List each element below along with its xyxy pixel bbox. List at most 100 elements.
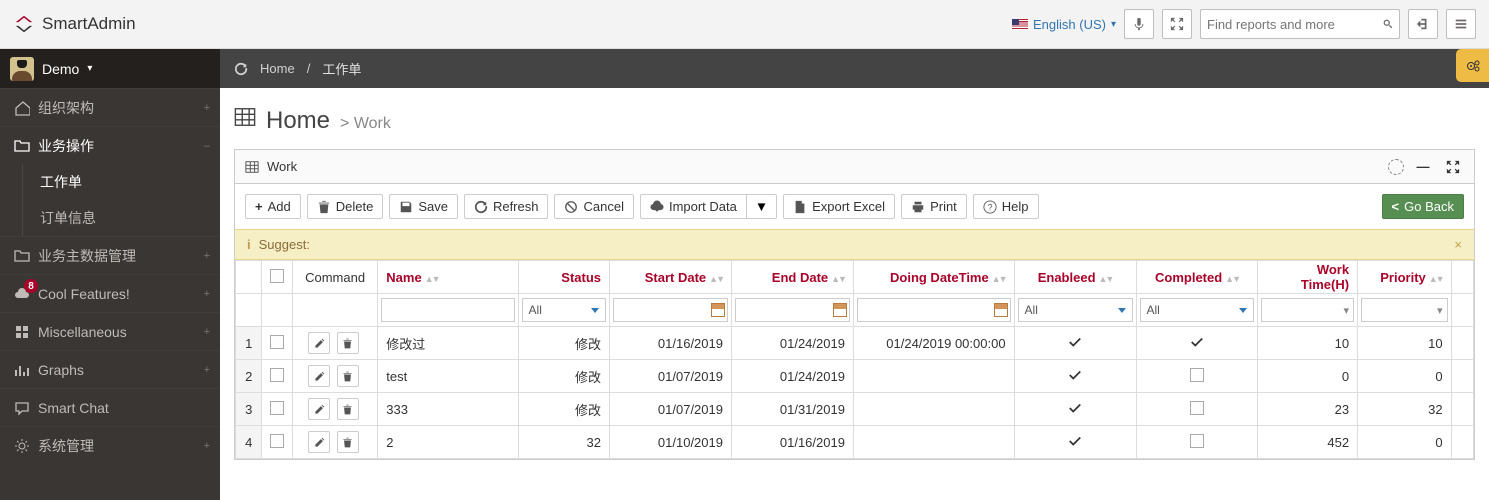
col-status[interactable]: Status — [518, 261, 609, 294]
row-checkbox[interactable] — [270, 368, 284, 382]
export-button[interactable]: Export Excel — [783, 194, 895, 219]
breadcrumb-home[interactable]: Home — [260, 61, 295, 76]
search-input[interactable] — [1207, 17, 1383, 32]
refresh-icon — [474, 200, 488, 214]
row-checkbox[interactable] — [270, 434, 284, 448]
info-icon: i — [247, 237, 251, 252]
sidebar-item[interactable]: Miscellaneous — [0, 312, 220, 350]
mic-icon — [1132, 17, 1146, 31]
select-all-checkbox[interactable] — [270, 269, 284, 283]
sidebar-item-label: Cool Features! — [38, 286, 130, 302]
svg-text:?: ? — [987, 202, 992, 212]
search-box[interactable] — [1200, 9, 1400, 39]
filter-end[interactable] — [735, 298, 850, 322]
voice-button[interactable] — [1124, 9, 1154, 39]
loading-indicator — [1388, 159, 1404, 175]
edit-row-button[interactable] — [308, 398, 330, 420]
cloud-down-icon — [650, 200, 664, 214]
collapse-button[interactable]: — — [1412, 156, 1434, 178]
col-enabled[interactable]: Enableed▲▼ — [1014, 261, 1136, 294]
pencil-icon — [314, 404, 325, 415]
sidebar-item[interactable]: Graphs — [0, 350, 220, 388]
filter-worktime[interactable]: ▾ — [1261, 298, 1354, 322]
refresh-icon[interactable] — [234, 62, 248, 76]
col-start[interactable]: Start Date▲▼ — [610, 261, 732, 294]
edit-row-button[interactable] — [308, 332, 330, 354]
sidebar-item[interactable]: 业务主数据管理 — [0, 236, 220, 274]
row-checkbox[interactable] — [270, 335, 284, 349]
close-suggest-button[interactable]: × — [1454, 237, 1462, 252]
brand-icon — [13, 13, 35, 35]
page-title: Home > Work — [220, 88, 1489, 149]
calendar-icon — [994, 303, 1008, 317]
delete-row-button[interactable] — [337, 398, 359, 420]
settings-drawer-button[interactable] — [1456, 49, 1489, 82]
work-widget: Work — +Add Delete Save Refresh Cancel I… — [234, 149, 1475, 460]
chat-icon — [14, 400, 38, 416]
sidebar-subitem[interactable]: 订单信息 — [0, 200, 220, 236]
save-button[interactable]: Save — [389, 194, 458, 219]
sidebar-item[interactable]: 系统管理 — [0, 426, 220, 464]
trash-icon — [342, 338, 353, 349]
add-button[interactable]: +Add — [245, 194, 301, 219]
import-caret[interactable]: ▼ — [747, 194, 777, 219]
goback-button[interactable]: <Go Back — [1382, 194, 1464, 219]
menu-button[interactable] — [1446, 9, 1476, 39]
table-icon — [245, 160, 259, 174]
filter-priority[interactable]: ▾ — [1361, 298, 1448, 322]
sidebar-subitem[interactable]: 工作单 — [0, 164, 220, 200]
logout-button[interactable] — [1408, 9, 1438, 39]
edit-row-button[interactable] — [308, 365, 330, 387]
filter-completed[interactable]: All — [1140, 298, 1255, 322]
bars-icon — [1454, 17, 1468, 31]
col-doing[interactable]: Doing DateTime▲▼ — [853, 261, 1014, 294]
sidebar-item-label: Smart Chat — [38, 400, 109, 416]
cancel-button[interactable]: Cancel — [554, 194, 633, 219]
col-worktime[interactable]: Work Time(H) — [1258, 261, 1358, 294]
col-completed[interactable]: Completed▲▼ — [1136, 261, 1258, 294]
language-label: English (US) — [1033, 17, 1106, 32]
delete-row-button[interactable] — [337, 332, 359, 354]
help-button[interactable]: ?Help — [973, 194, 1039, 219]
col-priority[interactable]: Priority▲▼ — [1358, 261, 1452, 294]
widget-title: Work — [267, 159, 297, 174]
delete-row-button[interactable] — [337, 431, 359, 453]
suggest-bar: i Suggest: × — [235, 229, 1474, 260]
sidebar-item[interactable]: Smart Chat — [0, 388, 220, 426]
filter-start[interactable] — [613, 298, 728, 322]
row-checkbox[interactable] — [270, 401, 284, 415]
table-row: 2 test 修改 01/07/2019 01/24/2019 0 0 — [236, 360, 1474, 393]
user-menu[interactable]: Demo ▾ — [0, 49, 220, 88]
filter-doing[interactable] — [857, 298, 1011, 322]
import-button[interactable]: Import Data — [640, 194, 747, 219]
chevron-down-icon — [1118, 308, 1126, 313]
win-icon — [14, 324, 38, 340]
flag-us-icon — [1012, 19, 1028, 30]
table-row: 3 333 修改 01/07/2019 01/31/2019 23 32 — [236, 393, 1474, 426]
filter-status[interactable]: All — [522, 298, 606, 322]
filter-enabled[interactable]: All — [1018, 298, 1133, 322]
delete-button[interactable]: Delete — [307, 194, 384, 219]
filter-name[interactable] — [381, 298, 514, 322]
sidebar-item[interactable]: 业务操作 — [0, 126, 220, 164]
fullscreen-button[interactable] — [1162, 9, 1192, 39]
chevron-down-icon — [1239, 308, 1247, 313]
sidebar: Demo ▾ 组织架构业务操作工作单订单信息业务主数据管理8Cool Featu… — [0, 49, 220, 500]
language-selector[interactable]: English (US) ▾ — [1012, 17, 1116, 32]
sidebar-item[interactable]: 8Cool Features! — [0, 274, 220, 312]
sidebar-item[interactable]: 组织架构 — [0, 88, 220, 126]
breadcrumb-current: 工作单 — [322, 59, 361, 78]
file-icon — [793, 200, 807, 214]
gear-icon — [14, 438, 38, 454]
col-name[interactable]: Name▲▼ — [378, 261, 518, 294]
edit-row-button[interactable] — [308, 431, 330, 453]
sidebar-item-label: Miscellaneous — [38, 324, 127, 340]
fullscreen-widget-button[interactable] — [1442, 156, 1464, 178]
sidebar-item-label: 组织架构 — [38, 98, 94, 118]
col-end[interactable]: End Date▲▼ — [731, 261, 853, 294]
brand-logo[interactable]: SmartAdmin — [13, 13, 136, 35]
delete-row-button[interactable] — [337, 365, 359, 387]
print-button[interactable]: Print — [901, 194, 967, 219]
sidebar-item-label: Graphs — [38, 362, 84, 378]
refresh-button[interactable]: Refresh — [464, 194, 549, 219]
